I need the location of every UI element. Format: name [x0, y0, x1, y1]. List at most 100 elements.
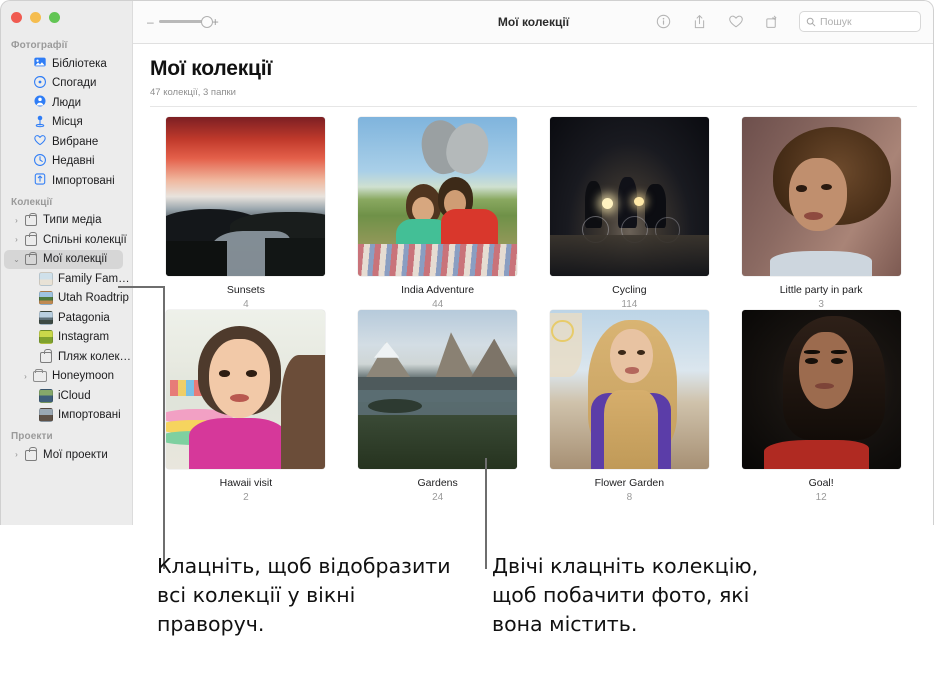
album-name: Sunsets: [226, 284, 265, 296]
sidebar-item-label: Типи медіа: [43, 214, 102, 227]
album-thumbnail[interactable]: [166, 117, 326, 276]
zoom-slider-knob[interactable]: [200, 15, 213, 28]
toolbar: – + Мої колекції Пошук: [133, 0, 934, 44]
album-count: 4: [243, 299, 249, 310]
sidebar-item-label: Спогади: [52, 77, 97, 90]
album-count: 8: [626, 492, 633, 503]
disclosure-triangle-icon[interactable]: ›: [11, 450, 22, 459]
sidebar-section-header: Проекти: [11, 431, 53, 442]
sidebar-item-label: Спільні колекції: [43, 233, 127, 246]
bag-icon: [24, 251, 37, 266]
bag-icon: [39, 349, 52, 363]
sidebar-item-мої-колекції[interactable]: ⌄ Мої колекції: [4, 249, 123, 269]
album-thumbnail[interactable]: [741, 117, 901, 276]
sidebar-item-label: Пляж колекція: [58, 350, 132, 363]
sidebar-item-типи-медіа[interactable]: › Типи медіа: [0, 211, 132, 231]
imported-icon: [33, 172, 47, 189]
disclosure-triangle-icon[interactable]: ›: [20, 372, 31, 381]
sidebar: Фотографії Бібліотека Спогади Люди Місця Вибр…: [0, 0, 133, 525]
close-button[interactable]: [11, 12, 22, 23]
recents-icon: [33, 153, 47, 170]
sidebar-item-імпортовані[interactable]: Імпортовані: [0, 171, 132, 191]
page-title: Мої колекції: [150, 57, 273, 80]
sidebar-item-family-family[interactable]: Family Family...: [0, 269, 132, 289]
album-thumb-patagonia: [38, 310, 53, 325]
album-cell[interactable]: Gardens 24: [342, 310, 534, 503]
album-thumbnail[interactable]: [741, 310, 901, 469]
sidebar-item-label: iCloud: [58, 389, 91, 402]
sidebar-item-місця[interactable]: Місця: [0, 113, 132, 133]
sidebar-item-label: Бібліотека: [52, 57, 107, 70]
sidebar-item-спільні-колекції[interactable]: › Спільні колекції: [0, 230, 132, 250]
album-name: Goal!: [808, 477, 834, 489]
sidebar-item-icloud[interactable]: iCloud: [0, 386, 132, 406]
album-thumb-instagram: [38, 330, 53, 345]
sidebar-item-label: Honeymoon: [52, 370, 115, 383]
zoom-slider-track[interactable]: [158, 15, 213, 28]
album-thumbnail[interactable]: [358, 117, 518, 276]
left-callout-text: Клацніть, щоб відобразити всі колекції у…: [157, 554, 451, 636]
sidebar-item-пляж-колекція[interactable]: Пляж колекція: [0, 347, 132, 367]
places-icon: [33, 114, 47, 131]
sidebar-item-label: Імпортовані: [52, 174, 115, 187]
sidebar-list[interactable]: Фотографії Бібліотека Спогади Люди Місця Вибр…: [0, 34, 132, 525]
album-cell[interactable]: Hawaii visit 2: [150, 310, 342, 503]
album-thumb-utah: [38, 291, 53, 306]
album-thumbnail[interactable]: [166, 310, 326, 469]
album-name: Hawaii visit: [219, 477, 273, 489]
disclosure-triangle-icon[interactable]: ›: [11, 216, 22, 225]
album-count: 114: [621, 299, 638, 310]
album-cell[interactable]: Sunsets 4: [150, 117, 342, 310]
album-count: 2: [243, 492, 249, 503]
sidebar-item-label: Вибране: [52, 135, 99, 148]
bag-icon: [24, 447, 37, 461]
share-icon[interactable]: [691, 13, 708, 30]
zoom-slider[interactable]: – +: [147, 15, 219, 28]
album-cell[interactable]: Goal! 12: [725, 310, 917, 503]
rotate-icon[interactable]: [763, 13, 780, 30]
disclosure-triangle-icon[interactable]: ⌄: [11, 255, 22, 264]
sidebar-item-імпортовані[interactable]: Імпортовані: [0, 406, 132, 426]
album-thumbnail[interactable]: [549, 117, 709, 276]
people-icon: [33, 94, 47, 111]
sidebar-item-label: Family Family...: [58, 272, 132, 285]
album-thumbnail[interactable]: [549, 310, 709, 469]
heart-icon: [33, 133, 47, 150]
sidebar-item-спогади[interactable]: Спогади: [0, 74, 132, 94]
sidebar-item-label: Недавні: [52, 155, 95, 168]
album-name: India Adventure: [401, 284, 475, 296]
disclosure-triangle-icon[interactable]: ›: [11, 235, 22, 244]
sidebar-item-люди[interactable]: Люди: [0, 93, 132, 113]
album-cell[interactable]: Flower Garden 8: [534, 310, 726, 503]
sidebar-item-label: Utah Roadtrip: [58, 292, 129, 305]
info-icon[interactable]: [655, 13, 672, 30]
sidebar-item-вибране[interactable]: Вибране: [0, 132, 132, 152]
right-callout-text: Двічі клацніть колекцію, щоб побачити фо…: [492, 554, 759, 636]
left-callout-leader-vertical: [163, 286, 165, 569]
heart-icon[interactable]: [727, 13, 744, 30]
album-name: Little party in park: [779, 284, 863, 296]
zoom-button[interactable]: [49, 12, 60, 23]
minimize-button[interactable]: [30, 12, 41, 23]
album-cell[interactable]: Little party in park 3: [725, 117, 917, 310]
divider: [150, 106, 917, 107]
album-cell[interactable]: Cycling 114: [534, 117, 726, 310]
sidebar-item-instagram[interactable]: Instagram: [0, 328, 132, 348]
album-cell[interactable]: India Adventure 44: [342, 117, 534, 310]
folder-icon: [32, 368, 47, 382]
toolbar-actions: [655, 13, 780, 30]
zoom-out-icon[interactable]: –: [147, 16, 154, 28]
sidebar-item-patagonia[interactable]: Patagonia: [0, 308, 132, 328]
sidebar-item-utah-roadtrip[interactable]: Utah Roadtrip: [0, 289, 132, 309]
sidebar-item-label: Мої колекції: [43, 253, 108, 266]
zoom-in-icon[interactable]: +: [212, 16, 219, 28]
sidebar-section-header: Колекції: [11, 196, 53, 208]
sidebar-item-недавні[interactable]: Недавні: [0, 152, 132, 172]
sidebar-item-бібліотека[interactable]: Бібліотека: [0, 54, 132, 74]
album-thumbnail[interactable]: [358, 310, 518, 469]
content-area: Мої колекції 47 колекції, 3 папки Sunset…: [133, 44, 934, 525]
sidebar-item-honeymoon[interactable]: › Honeymoon: [0, 367, 132, 387]
search-field[interactable]: Пошук: [799, 11, 921, 32]
album-grid: Sunsets 4 India Adventure 44 Cycling 114 Littl…: [150, 117, 917, 503]
sidebar-item-мої-проекти[interactable]: › Мої проекти: [0, 445, 132, 465]
